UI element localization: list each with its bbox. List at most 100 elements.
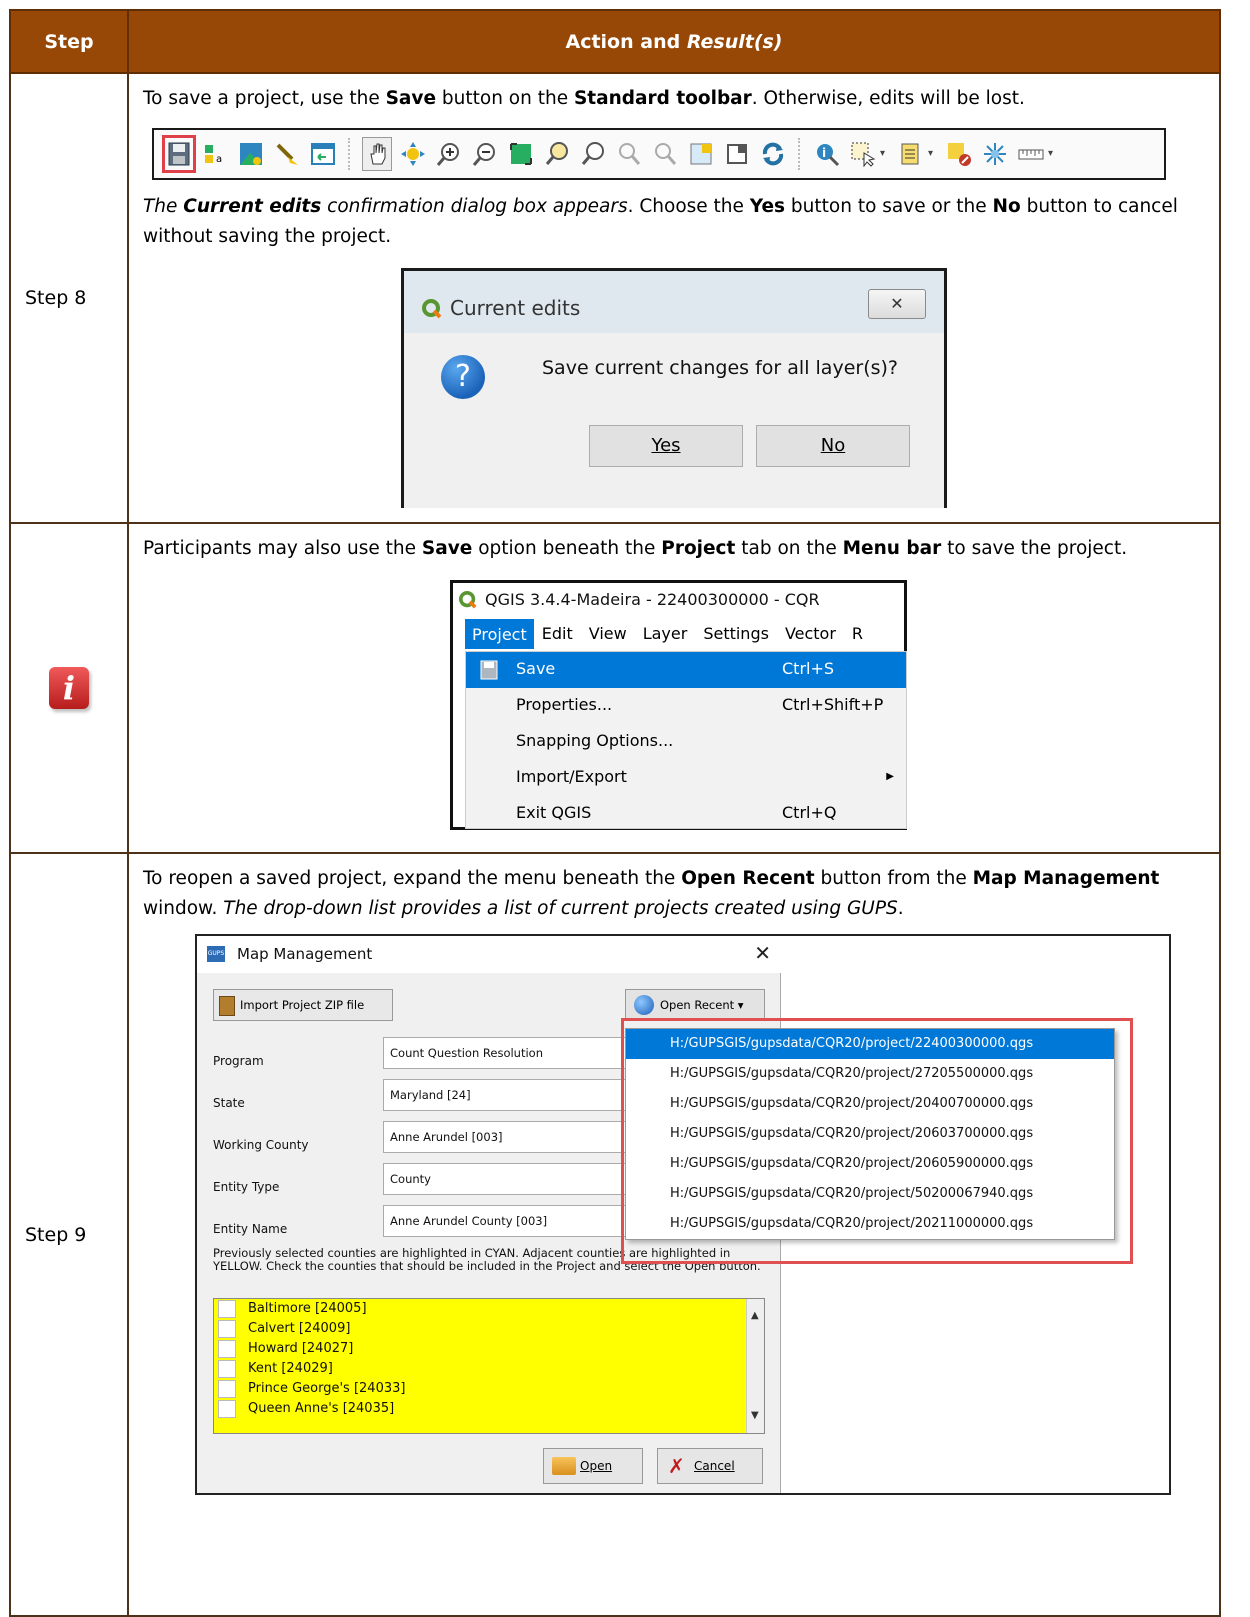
zoom-last-icon[interactable] — [614, 137, 644, 171]
no-button[interactable]: No — [756, 425, 910, 467]
county-name: Queen Anne's [24035] — [248, 1401, 395, 1416]
clear-icon[interactable] — [272, 137, 302, 171]
recent-project-item[interactable]: H:/GUPSGIS/gupsdata/CQR20/project/502000… — [626, 1179, 1114, 1209]
measure-icon[interactable] — [1016, 137, 1046, 171]
chevron-down-icon[interactable]: ▾ — [880, 137, 890, 171]
checkbox[interactable] — [218, 1340, 236, 1358]
zoom-to-layer-icon[interactable] — [578, 137, 608, 171]
text: . Choose the — [627, 196, 750, 217]
scroll-up-icon[interactable]: ▲ — [751, 1301, 759, 1331]
recent-project-item[interactable]: H:/GUPSGIS/gupsdata/CQR20/project/206059… — [626, 1149, 1114, 1179]
project-term: Project — [661, 538, 736, 559]
program-label: Program — [213, 1054, 264, 1068]
menu-item-label: Properties... — [516, 695, 613, 714]
menu-edit[interactable]: Edit — [534, 619, 581, 649]
save-icon[interactable] — [162, 135, 196, 173]
checkbox[interactable] — [218, 1360, 236, 1378]
close-icon[interactable]: ✕ — [868, 289, 926, 319]
import-button-label: Import Project ZIP file — [240, 998, 365, 1012]
style-manager-icon[interactable] — [236, 137, 266, 171]
import-project-zip-button[interactable]: Import Project ZIP file — [213, 989, 393, 1021]
checkbox[interactable] — [218, 1320, 236, 1338]
recent-project-item[interactable]: H:/GUPSGIS/gupsdata/CQR20/project/272055… — [626, 1059, 1114, 1089]
chevron-right-icon: ▶ — [886, 771, 894, 782]
no-button-label: No — [820, 435, 846, 456]
county-name: Prince George's [24033] — [248, 1381, 406, 1396]
step-8-action-cell: To save a project, use the Save button o… — [127, 72, 1221, 524]
zoom-in-icon[interactable] — [434, 137, 464, 171]
pan-to-selection-icon[interactable] — [398, 137, 428, 171]
chevron-down-icon[interactable]: ▾ — [928, 137, 938, 171]
identify-icon[interactable]: i — [812, 137, 842, 171]
recent-project-item[interactable]: H:/GUPSGIS/gupsdata/CQR20/project/204007… — [626, 1089, 1114, 1119]
list-scrollbar[interactable]: ▲ ▼ — [746, 1299, 764, 1433]
list-item[interactable]: Prince George's [24033] — [214, 1379, 764, 1399]
list-item[interactable]: Howard [24027] — [214, 1339, 764, 1359]
state-label: State — [213, 1096, 245, 1110]
refresh-icon[interactable] — [758, 137, 788, 171]
deselect-icon[interactable] — [944, 137, 974, 171]
open-recent-button[interactable]: Open Recent ▾ — [625, 989, 765, 1021]
new-3d-view-icon[interactable] — [722, 137, 752, 171]
menu-layer[interactable]: Layer — [635, 619, 696, 649]
zoom-out-icon[interactable] — [470, 137, 500, 171]
list-item[interactable]: Kent [24029] — [214, 1359, 764, 1379]
qgis-logo-icon — [422, 299, 442, 319]
table-header-row: Step Action and Result(s) — [9, 9, 1221, 74]
new-print-layout-icon[interactable]: a — [200, 137, 230, 171]
yes-button[interactable]: Yes — [589, 425, 743, 467]
field-calculator-icon[interactable] — [980, 137, 1010, 171]
step-9-instruction: To reopen a saved project, expand the me… — [143, 864, 1205, 924]
step-8-dialog-instruction: The Current edits confirmation dialog bo… — [143, 192, 1205, 252]
list-item[interactable]: Calvert [24009] — [214, 1319, 764, 1339]
list-item[interactable]: Baltimore [24005] — [214, 1299, 764, 1319]
text: Participants may also use the — [143, 538, 422, 559]
step-8-row: Step 8 To save a project, use the Save b… — [9, 72, 1221, 524]
menu-item-save[interactable]: Save Ctrl+S — [466, 652, 906, 688]
yes-term: Yes — [749, 196, 786, 217]
text: The — [143, 196, 184, 217]
scroll-down-icon[interactable]: ▼ — [751, 1401, 759, 1431]
checkbox[interactable] — [218, 1400, 236, 1418]
menu-item-exit-qgis[interactable]: Exit QGIS Ctrl+Q — [466, 796, 906, 832]
globe-icon — [634, 995, 654, 1015]
zoom-next-icon[interactable] — [650, 137, 680, 171]
recent-project-item[interactable]: H:/GUPSGIS/gupsdata/CQR20/project/224003… — [626, 1029, 1114, 1059]
select-by-value-icon[interactable] — [896, 137, 926, 171]
text: button from the — [814, 868, 973, 889]
menu-settings[interactable]: Settings — [695, 619, 777, 649]
recent-project-item[interactable]: H:/GUPSGIS/gupsdata/CQR20/project/206037… — [626, 1119, 1114, 1149]
open-button[interactable]: Open — [543, 1448, 643, 1484]
menu-project[interactable]: Project — [465, 619, 534, 649]
chevron-down-icon[interactable]: ▾ — [1048, 137, 1058, 171]
menu-view[interactable]: View — [581, 619, 635, 649]
text: To save a project, use the — [143, 88, 386, 109]
no-term: No — [992, 196, 1021, 217]
menu-item-shortcut: Ctrl+Shift+P — [782, 695, 884, 714]
add-layer-icon[interactable] — [308, 137, 338, 171]
new-map-view-icon[interactable] — [686, 137, 716, 171]
menu-item-snapping-options[interactable]: Snapping Options... — [466, 724, 906, 760]
recent-projects-dropdown: H:/GUPSGIS/gupsdata/CQR20/project/224003… — [625, 1028, 1115, 1240]
menu-item-import-export[interactable]: Import/Export ▶ — [466, 760, 906, 796]
menu-raster[interactable]: R — [844, 619, 871, 649]
county-checklist: Baltimore [24005] Calvert [24009] Howard… — [213, 1298, 765, 1434]
text: tab on the — [735, 538, 843, 559]
cancel-button[interactable]: ✗ Cancel — [657, 1448, 763, 1484]
zoom-to-selection-icon[interactable] — [542, 137, 572, 171]
pan-icon[interactable] — [362, 137, 392, 171]
menu-item-properties[interactable]: Properties... Ctrl+Shift+P — [466, 688, 906, 724]
project-dropdown-menu: Save Ctrl+S Properties... Ctrl+Shift+P S… — [465, 651, 907, 829]
zoom-full-icon[interactable] — [506, 137, 536, 171]
checkbox[interactable] — [218, 1380, 236, 1398]
entity-name-label: Entity Name — [213, 1222, 288, 1236]
recent-project-item[interactable]: H:/GUPSGIS/gupsdata/CQR20/project/202110… — [626, 1209, 1114, 1239]
checkbox[interactable] — [218, 1300, 236, 1318]
menu-vector[interactable]: Vector — [777, 619, 844, 649]
list-item[interactable]: Queen Anne's [24035] — [214, 1399, 764, 1419]
current-edits-term: Current edits — [183, 196, 322, 217]
close-icon[interactable]: ✕ — [754, 941, 771, 965]
select-features-icon[interactable] — [848, 137, 878, 171]
step-9-label: Step 9 — [25, 1223, 87, 1246]
folder-icon — [552, 1457, 576, 1475]
